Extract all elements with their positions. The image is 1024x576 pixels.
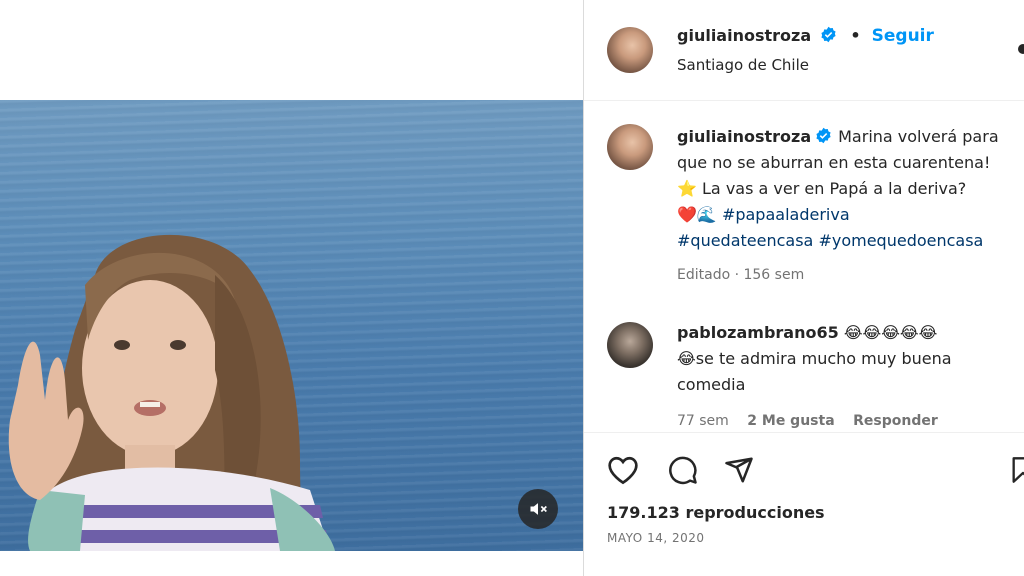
hashtag-quedateencasa[interactable]: #quedateencasa: [677, 231, 813, 250]
comment-line-1: pablozambrano65 😂😂😂😂😂: [677, 320, 1022, 346]
verified-badge-icon: [816, 127, 831, 144]
verified-badge-icon: [821, 26, 836, 43]
reply-button[interactable]: Responder: [853, 413, 938, 429]
caption-line-4: ❤️🌊 #papaaladeriva: [677, 202, 1022, 228]
hashtag-yomequedoencasa[interactable]: #yomequedoencasa: [818, 231, 983, 250]
caption-line-3: ⭐ La vas a ver en Papá a la deriva?: [677, 176, 1022, 202]
bookmark-icon: [1012, 457, 1024, 483]
comment-line-2: 😂se te admira mucho muy buena: [677, 346, 1022, 372]
like-button[interactable]: [607, 455, 639, 489]
caption-author-username[interactable]: giuliainostroza: [677, 127, 811, 146]
caption-line-5: #quedateencasa #yomequedoencasa: [677, 228, 1022, 254]
caption-author-avatar[interactable]: [607, 124, 653, 170]
author-avatar[interactable]: [607, 27, 653, 73]
commenter-username[interactable]: pablozambrano65: [677, 323, 839, 342]
caption-text-3: La vas a ver en Papá a la deriva?: [702, 179, 967, 198]
view-count[interactable]: 179.123 reproducciones: [607, 503, 825, 522]
star-emoji: ⭐: [677, 179, 697, 198]
post-location[interactable]: Santiago de Chile: [677, 56, 809, 74]
muted-speaker-icon: [530, 503, 547, 515]
media-column: [0, 0, 583, 576]
comment-text-2: se te admira mucho muy buena: [695, 349, 952, 368]
separator-dot: •: [850, 26, 861, 45]
comment-icon: [669, 456, 697, 485]
caption-text-2: que no se aburran en esta cuarentena!: [677, 153, 991, 172]
commenter-avatar[interactable]: [607, 322, 653, 368]
header-author-row: giuliainostroza • Seguir: [677, 26, 934, 46]
hashtag-papaaladeriva[interactable]: #papaaladeriva: [722, 205, 850, 224]
save-button[interactable]: [1009, 455, 1024, 489]
comment-meta: 77 sem 2 Me gusta Responder: [677, 408, 1022, 432]
video-frame-girl: [8, 234, 335, 551]
comment-button[interactable]: [667, 455, 699, 489]
video-player[interactable]: [0, 100, 583, 551]
send-icon: [725, 457, 753, 483]
comment-text-3: comedia: [677, 375, 746, 394]
comment-likes[interactable]: 2 Me gusta: [747, 413, 834, 429]
comment: pablozambrano65 😂😂😂😂😂 😂se te admira much…: [677, 320, 1022, 432]
author-username[interactable]: giuliainostroza: [677, 26, 811, 45]
heart-wave-emojis: ❤️🌊: [677, 205, 717, 224]
comments-area[interactable]: giuliainostroza Marina volverá para que n…: [584, 102, 1024, 432]
laughing-emojis: 😂😂😂😂😂: [843, 323, 938, 342]
caption-line-1: giuliainostroza Marina volverá para: [677, 124, 1022, 150]
post-header: giuliainostroza • Seguir Santiago de Chi…: [584, 0, 1024, 101]
laughing-emoji: 😂: [677, 349, 696, 368]
mute-button[interactable]: [518, 489, 558, 529]
post-side-panel: giuliainostroza • Seguir Santiago de Chi…: [583, 0, 1024, 576]
caption: giuliainostroza Marina volverá para que n…: [677, 124, 1022, 288]
follow-button[interactable]: Seguir: [872, 26, 934, 46]
caption-meta: Editado · 156 sem: [677, 267, 805, 283]
share-button[interactable]: [723, 455, 755, 489]
more-options-icon[interactable]: [1018, 44, 1024, 54]
comment-time[interactable]: 77 sem: [677, 413, 729, 429]
caption-text-1: Marina volverá para: [838, 127, 999, 146]
post-date[interactable]: MAYO 14, 2020: [607, 531, 705, 545]
heart-icon: [608, 456, 638, 485]
